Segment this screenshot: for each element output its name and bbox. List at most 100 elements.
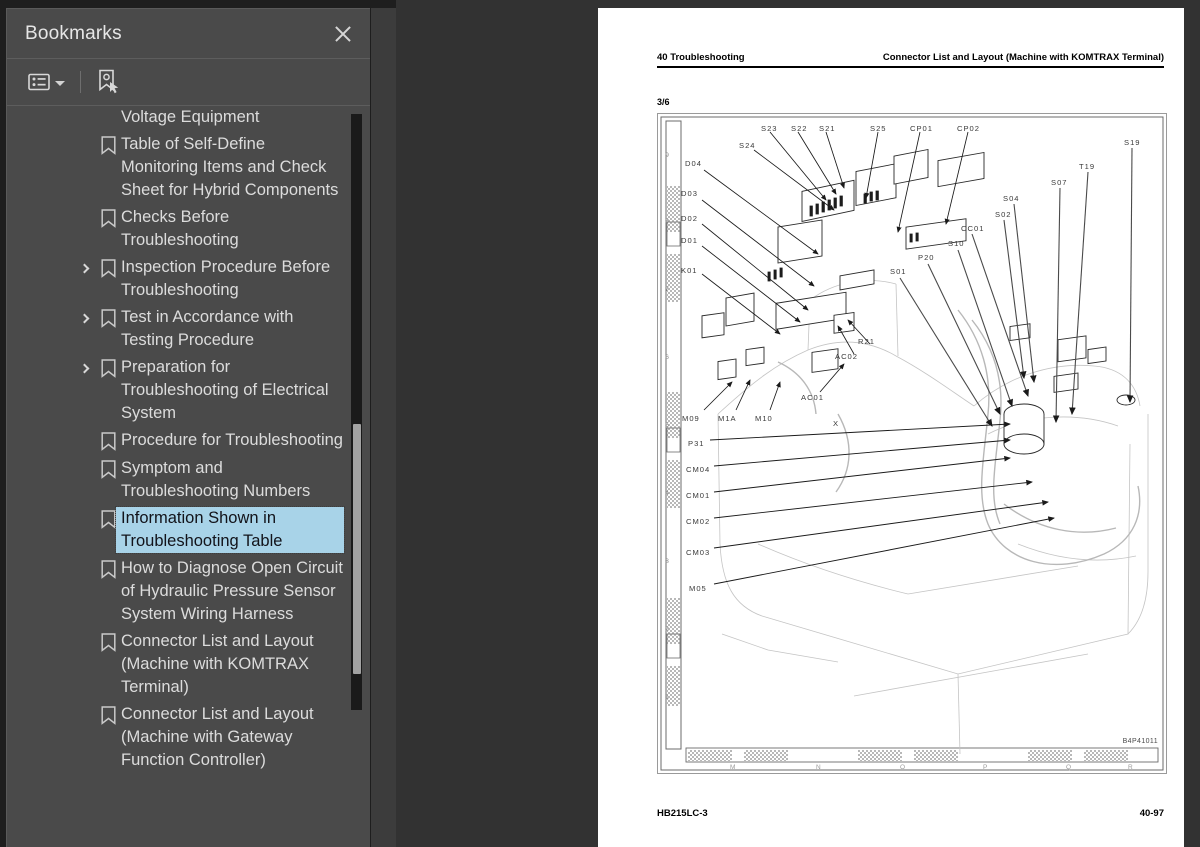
bookmark-label: Checks Before Troubleshooting: [121, 208, 239, 249]
bookmark-label: Test in Accordance with Testing Procedur…: [121, 308, 294, 349]
panel-divider[interactable]: [371, 8, 758, 847]
new-bookmark-button[interactable]: [93, 65, 123, 99]
close-icon[interactable]: [330, 21, 356, 47]
bookmark-item[interactable]: Preparation for Troubleshooting of Elect…: [7, 354, 347, 427]
connector-label: AC02: [835, 352, 858, 361]
page-number: 40-97: [1139, 808, 1164, 819]
bookmarks-panel-header: Bookmarks: [7, 9, 370, 59]
bookmark-item[interactable]: Hybrid Systems, Troubleshooting for High…: [7, 106, 347, 131]
grid-column-letter: R: [1128, 764, 1133, 771]
drawing-number: B4P41011: [1122, 738, 1158, 745]
model-label: HB215LC-3: [657, 808, 708, 819]
bookmarks-scrollbar-thumb[interactable]: [353, 424, 361, 674]
connector-label: D01: [681, 236, 698, 245]
connector-label: S19: [1124, 138, 1141, 147]
bookmark-label: Connector List and Layout (Machine with …: [121, 705, 314, 769]
bookmark-item[interactable]: Inspection Procedure Before Troubleshoot…: [7, 254, 347, 304]
bookmarks-panel: Bookmarks Voltage Equipment Table of Sel…: [6, 8, 370, 847]
connector-label: CP02: [957, 124, 980, 133]
bookmark-item[interactable]: Procedure for Troubleshooting: [7, 427, 347, 455]
list-options-icon: [28, 73, 50, 91]
connector-label: M10: [755, 414, 773, 423]
bookmark-label: Connector List and Layout (Machine with …: [121, 632, 314, 696]
connector-label: D02: [681, 214, 698, 223]
connector-label: S22: [791, 124, 808, 133]
connector-label: S25: [870, 124, 887, 133]
connector-label: S01: [890, 267, 907, 276]
grid-row-number: 4: [665, 490, 669, 497]
connector-label: S07: [1051, 178, 1068, 187]
bookmark-item[interactable]: Connector List and Layout (Machine with …: [7, 701, 347, 774]
bookmark-label: Hybrid Systems, Troubleshooting for High…: [121, 108, 260, 126]
grid-row-number: 5: [665, 422, 669, 429]
grid-column-letter: Q: [1066, 764, 1072, 771]
connector-label: M05: [689, 584, 707, 593]
header-section-label: 40 Troubleshooting: [657, 52, 745, 63]
bookmark-label: Information Shown in Troubleshooting Tab…: [115, 506, 345, 554]
connector-label: T19: [1079, 162, 1096, 171]
grid-row-number: 6: [665, 354, 669, 361]
chevron-down-icon: [55, 80, 65, 86]
connector-label: K01: [681, 266, 698, 275]
connector-label: S04: [1003, 194, 1020, 203]
toolbar-divider: [80, 71, 81, 93]
connector-label: CP01: [910, 124, 933, 133]
connector-layout-drawing: [660, 116, 1164, 771]
header-topic-label: Connector List and Layout (Machine with …: [882, 52, 1164, 63]
connector-label: CM01: [686, 491, 711, 500]
connector-label: S24: [739, 141, 756, 150]
grid-row-number: 7: [665, 286, 669, 293]
connector-label: D04: [685, 159, 702, 168]
bookmark-label: Procedure for Troubleshooting: [121, 431, 343, 449]
connector-label: M09: [682, 414, 700, 423]
bookmark-label: Symptom and Troubleshooting Numbers: [121, 459, 311, 500]
connector-label: R21: [858, 337, 875, 346]
document-viewer[interactable]: 40 Troubleshooting Connector List and La…: [396, 0, 1200, 847]
grid-column-letter: M: [730, 764, 736, 771]
connector-label: S02: [995, 210, 1012, 219]
pdf-page: 40 Troubleshooting Connector List and La…: [598, 8, 1184, 847]
bookmark-item[interactable]: Information Shown in Troubleshooting Tab…: [7, 505, 347, 555]
chevron-right-icon[interactable]: [73, 356, 97, 380]
chevron-right-icon[interactable]: [73, 306, 97, 330]
bookmarks-toolbar: [7, 59, 370, 106]
bookmark-item[interactable]: Connector List and Layout (Machine with …: [7, 628, 347, 701]
connector-label: D03: [681, 189, 698, 198]
grid-column-letter: P: [983, 764, 988, 771]
bookmarks-list-scroll-area[interactable]: Hybrid Systems, Troubleshooting for High…: [7, 106, 370, 847]
connector-label: S10: [948, 239, 965, 248]
grid-row-number: 8: [665, 218, 669, 225]
page-title: Bookmarks: [25, 22, 122, 44]
bookmark-item[interactable]: Table of Self-Define Monitoring Items an…: [7, 131, 347, 204]
document-footer: HB215LC-3 40-97: [657, 808, 1164, 819]
header-rule: [657, 66, 1164, 69]
bookmark-item[interactable]: Checks Before Troubleshooting: [7, 204, 347, 254]
list-options-button[interactable]: [25, 69, 68, 95]
pdf-reader-window: Bookmarks Voltage Equipment Table of Sel…: [0, 0, 1200, 847]
bookmark-label: Inspection Procedure Before Troubleshoot…: [121, 258, 331, 299]
connector-layout-figure: B4P41011 S23 S22 S21 S25 CP01 CP02 S24 S19 T19 S0…: [657, 113, 1167, 774]
bookmarks-list: Hybrid Systems, Troubleshooting for High…: [7, 106, 347, 774]
connector-label: X: [833, 419, 840, 428]
connector-label: S21: [819, 124, 836, 133]
grid-row-number: 3: [665, 558, 669, 565]
chevron-right-icon[interactable]: [73, 256, 97, 280]
connector-label: CM04: [686, 465, 711, 474]
connector-label: M1A: [718, 414, 737, 423]
figure-page-index: 3/6: [657, 97, 670, 107]
new-bookmark-icon: [99, 69, 119, 94]
connector-label: CM02: [686, 517, 711, 526]
document-header: 40 Troubleshooting Connector List and La…: [657, 52, 1164, 63]
connector-label: S23: [761, 124, 778, 133]
connector-label: CM03: [686, 548, 711, 557]
bookmark-item[interactable]: Test in Accordance with Testing Procedur…: [7, 304, 347, 354]
connector-label: AC01: [801, 393, 824, 402]
bookmark-label: Table of Self-Define Monitoring Items an…: [121, 135, 339, 199]
connector-label: P20: [918, 253, 935, 262]
bookmark-item[interactable]: Symptom and Troubleshooting Numbers: [7, 455, 347, 505]
grid-row-number: 1: [665, 694, 669, 701]
grid-row-number: 9: [665, 152, 669, 159]
bookmark-label: How to Diagnose Open Circuit of Hydrauli…: [121, 559, 343, 623]
bookmark-item[interactable]: How to Diagnose Open Circuit of Hydrauli…: [7, 555, 347, 628]
grid-row-number: 2: [665, 626, 669, 633]
